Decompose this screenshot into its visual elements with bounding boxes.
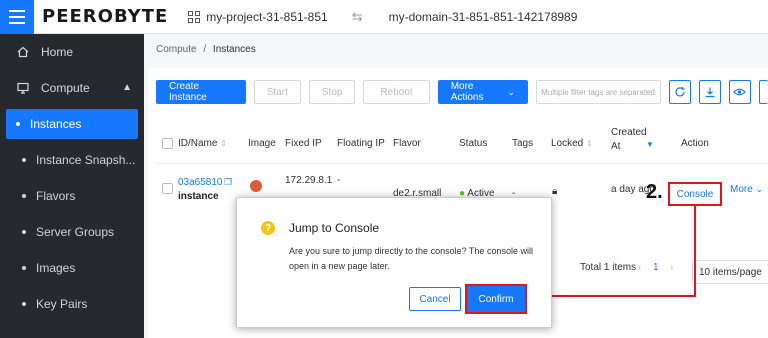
dialog-message: Are you sure to jump directly to the con… bbox=[289, 246, 533, 271]
confirm-button[interactable]: Confirm bbox=[465, 284, 527, 314]
dialog-title: Jump to Console bbox=[289, 221, 380, 235]
question-icon: ? bbox=[261, 221, 275, 235]
cancel-button[interactable]: Cancel bbox=[409, 287, 461, 311]
jump-to-console-dialog: ? Jump to Console Are you sure to jump d… bbox=[236, 197, 552, 328]
